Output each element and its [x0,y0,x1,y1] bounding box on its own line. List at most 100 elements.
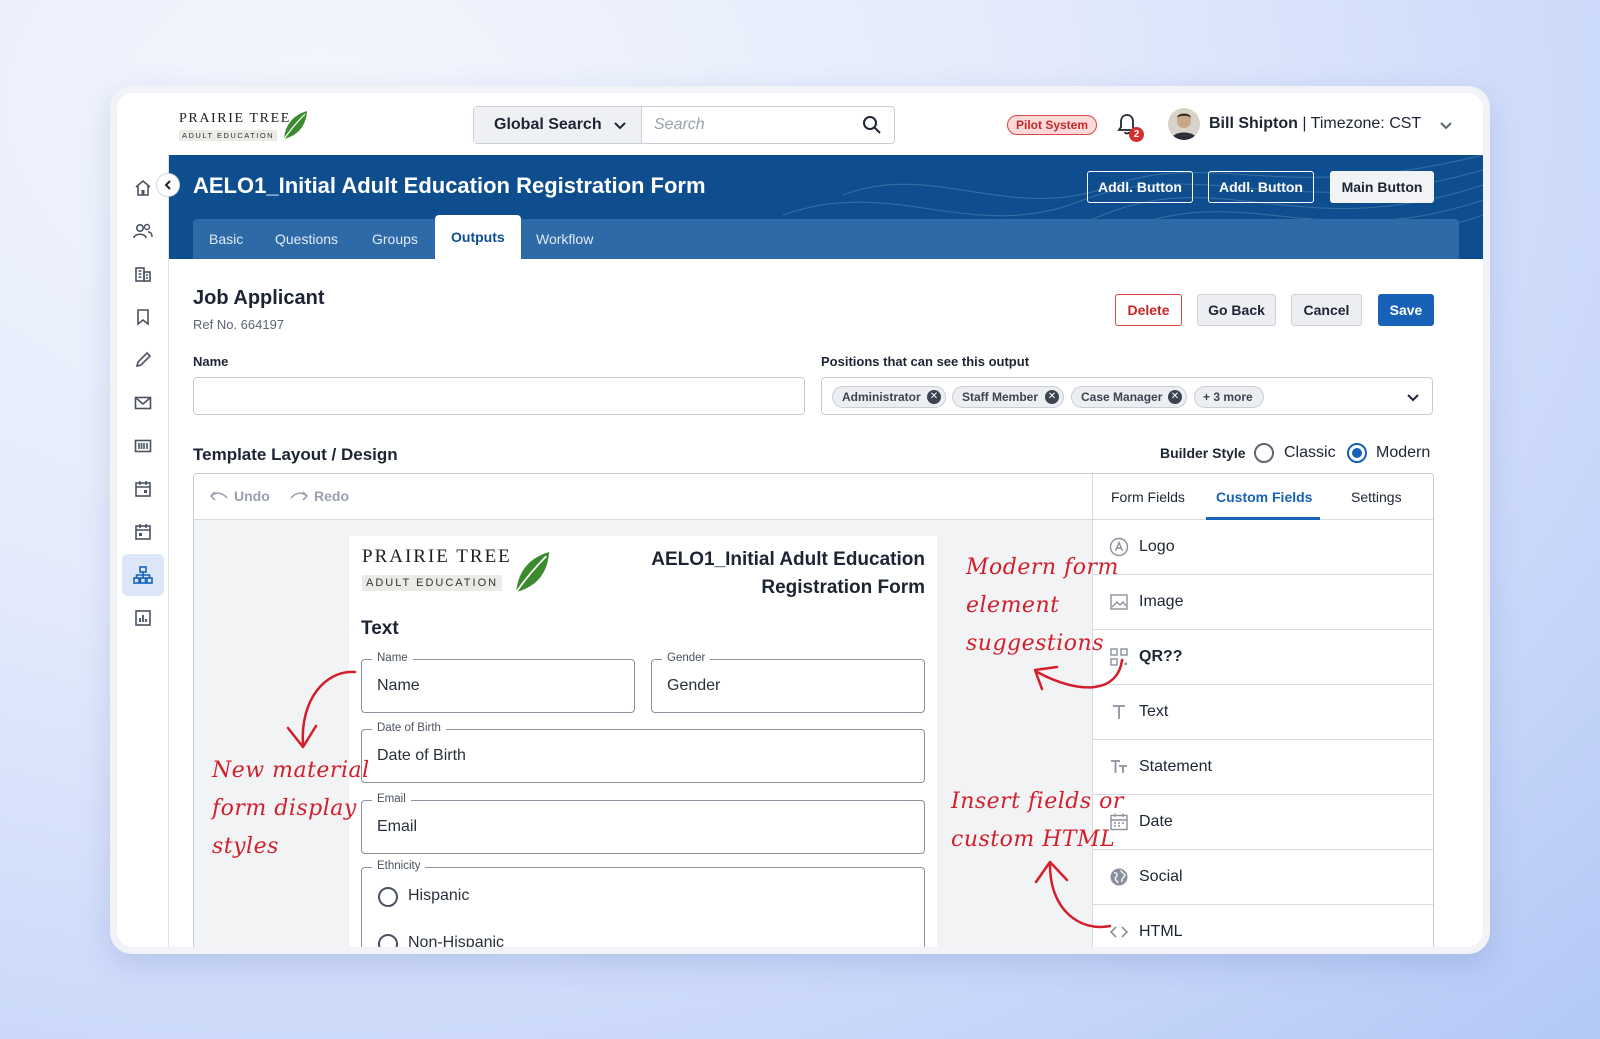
annotation-line: Insert fields or [951,789,1124,814]
sidebar-item-reports[interactable] [122,597,164,639]
search-input[interactable]: Search [642,107,894,143]
globe-icon [1110,868,1128,886]
preview-email-field[interactable]: Email Email [361,793,925,854]
user-separator: | [1297,115,1311,132]
field-value: Name [377,677,420,694]
additional-button-1[interactable]: Addl. Button [1087,171,1193,203]
classic-label[interactable]: Classic [1284,444,1336,462]
statement-icon [1111,760,1127,773]
custom-field-label: Date [1139,813,1173,830]
annotation-insert-fields: Insert fields or custom HTML [951,783,1124,859]
tab-workflow[interactable]: Workflow [536,219,593,259]
field-label: Ethnicity [372,860,426,872]
remove-chip-icon[interactable]: ✕ [1168,390,1182,404]
form-tabs: Basic Questions Groups Outputs Workflow [193,215,1459,259]
undo-button[interactable]: Undo [210,488,270,504]
tab-groups[interactable]: Groups [372,219,418,259]
sidebar-item-schedule[interactable] [122,511,164,553]
preview-logo[interactable]: PRAIRIE TREE ADULT EDUCATION [362,546,562,596]
sidebar-item-bookmarks[interactable] [122,296,164,338]
collapse-sidebar-button[interactable] [156,173,180,197]
sidebar-item-people[interactable] [122,210,164,252]
custom-field-logo[interactable]: Logo [1093,520,1433,575]
field-label: Date of Birth [372,722,446,734]
chevron-left-icon [164,180,171,190]
reference-number: Ref No. 664197 [193,317,285,332]
annotation-material-styles: New material form display styles [212,752,370,866]
additional-button-2[interactable]: Addl. Button [1208,171,1314,203]
template-heading: Template Layout / Design [193,445,398,464]
main-button[interactable]: Main Button [1330,171,1434,203]
radio-option-hispanic[interactable] [378,887,398,907]
custom-field-statement[interactable]: Statement [1093,740,1433,795]
field-value: Gender [667,677,721,694]
tab-questions[interactable]: Questions [275,219,338,259]
custom-field-date[interactable]: Date [1093,795,1433,850]
modern-label[interactable]: Modern [1376,444,1430,462]
brand-logo[interactable]: PRAIRIE TREE ADULT EDUCATION [179,111,309,145]
tab-custom-fields[interactable]: Custom Fields [1216,489,1312,505]
custom-field-text[interactable]: Text [1093,685,1433,740]
sidebar-item-barcode[interactable] [122,425,164,467]
custom-field-label: Text [1139,703,1169,720]
sidebar-item-mail[interactable] [122,382,164,424]
sidebar-item-hierarchy[interactable] [122,554,164,596]
name-label: Name [193,354,229,369]
tab-outputs[interactable]: Outputs [435,215,521,259]
code-icon [1109,926,1129,938]
go-back-button[interactable]: Go Back [1197,294,1276,326]
positions-multiselect[interactable]: Administrator ✕ Staff Member ✕ Case Mana… [821,377,1433,415]
radio-option-label: Hispanic [408,887,470,904]
search-scope-label: Global Search [494,116,602,133]
sidebar-item-edit[interactable] [122,339,164,381]
name-input[interactable] [193,377,805,415]
chevron-down-icon [614,122,626,130]
tab-settings[interactable]: Settings [1351,489,1402,505]
field-label: Email [372,793,411,805]
modern-radio[interactable] [1347,443,1367,463]
calendar-icon [135,524,151,540]
mail-icon [134,396,152,410]
fields-panel-tabs: Form Fields Custom Fields Settings [1093,474,1433,520]
redo-button[interactable]: Redo [290,488,349,504]
tab-form-fields[interactable]: Form Fields [1111,489,1185,505]
annotation-line: suggestions [966,631,1105,656]
more-positions-label: + 3 more [1203,390,1253,404]
search-icon[interactable] [862,115,882,135]
output-heading: Job Applicant [193,287,325,309]
custom-field-qr[interactable]: QR?? [1093,630,1433,685]
cancel-button[interactable]: Cancel [1291,294,1362,326]
search-scope-select[interactable]: Global Search [474,107,642,143]
org-chart-icon [133,566,153,584]
preview-name-field[interactable]: Name Name [361,652,635,713]
remove-chip-icon[interactable]: ✕ [927,390,941,404]
preview-logo-line1: PRAIRIE TREE [362,546,512,567]
notifications-button[interactable]: 2 [1117,113,1144,142]
redo-icon [290,491,308,501]
more-positions-chip[interactable]: + 3 more [1194,386,1264,408]
sidebar-item-organizations[interactable] [122,253,164,295]
leaf-icon [283,111,307,140]
tab-basic[interactable]: Basic [209,219,243,259]
remove-chip-icon[interactable]: ✕ [1045,390,1059,404]
custom-field-label: Logo [1139,538,1175,555]
field-value: Email [377,818,418,835]
preview-gender-field[interactable]: Gender Gender [651,652,925,713]
sidebar-item-calendar[interactable] [122,468,164,510]
avatar[interactable] [1168,108,1200,140]
user-photo-icon [1171,113,1197,140]
preview-dob-field[interactable]: Date of Birth Date of Birth [361,722,925,783]
timezone-label: Timezone: CST [1310,115,1422,132]
custom-field-html[interactable]: HTML [1093,905,1433,947]
classic-radio[interactable] [1254,443,1274,463]
builder-canvas: PRAIRIE TREE ADULT EDUCATION AELO1_Initi… [194,520,1092,947]
user-menu[interactable]: Bill Shipton | Timezone: CST [1209,115,1452,133]
radio-option-non-hispanic[interactable] [378,934,398,947]
custom-field-label: Image [1139,593,1184,610]
custom-field-image[interactable]: Image [1093,575,1433,630]
search-placeholder: Search [654,116,705,133]
chevron-down-icon [1440,122,1452,130]
delete-button[interactable]: Delete [1115,294,1182,326]
custom-field-social[interactable]: Social [1093,850,1433,905]
save-button[interactable]: Save [1378,294,1434,326]
